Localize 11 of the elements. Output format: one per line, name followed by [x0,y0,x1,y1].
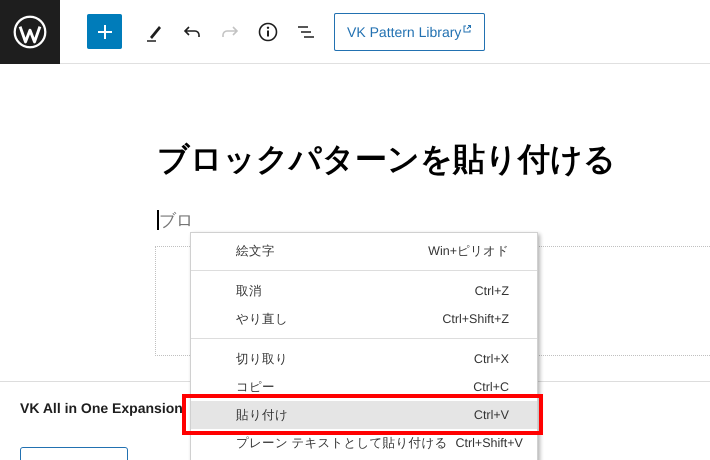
menu-item[interactable]: 貼り付け Ctrl+V [191,401,537,429]
pattern-library-button[interactable]: VK Pattern Library [334,12,486,50]
panel-heading: VK All in One Expansion [20,400,183,416]
menu-item[interactable]: やり直し Ctrl+Shift+Z [191,305,537,333]
post-title[interactable]: ブロックパターンを貼り付ける [157,139,710,179]
menu-item[interactable]: 取消 Ctrl+Z [191,277,537,305]
menu-item[interactable]: 切り取り Ctrl+X [191,345,537,373]
menu-item[interactable]: プレーン テキストとして貼り付ける Ctrl+Shift+V [191,429,537,457]
menu-item[interactable]: コピー Ctrl+C [191,373,537,401]
menu-item[interactable]: 絵文字 Win+ピリオド [191,237,537,265]
block-placeholder[interactable]: ブロ [159,208,193,232]
